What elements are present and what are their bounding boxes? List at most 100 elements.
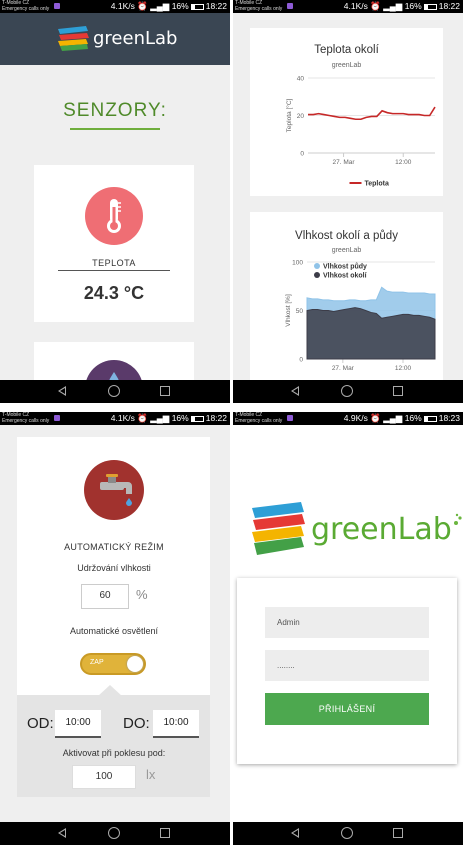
home-icon[interactable]	[341, 827, 353, 839]
humidity-label: Udržování vlhkosti	[77, 563, 151, 573]
water-drop-icon	[85, 360, 143, 382]
series-line	[308, 106, 436, 121]
login-form: Admin ........ PŘIHLÁŠENÍ	[237, 578, 457, 764]
y-tick-label: 0	[300, 151, 304, 158]
battery-percent: 16%	[404, 413, 422, 423]
status-bar: T-Mobile CZ Emergency calls only 4.9K/s ⏰…	[233, 412, 463, 425]
to-time-input[interactable]: 10:00	[153, 710, 199, 738]
recent-apps-icon[interactable]	[393, 828, 403, 838]
charts-screen: T-Mobile CZ Emergency calls only 4.1K/s ⏰…	[233, 0, 463, 403]
app-header: greenLab	[0, 13, 230, 65]
login-button[interactable]: PŘIHLÁŠENÍ	[265, 693, 429, 725]
chart-card-temperature[interactable]: Teplota okolí greenLab 0 20 40 Teplota [°C]…	[250, 28, 443, 196]
y-tick-label: 0	[299, 357, 303, 364]
signal-icon: ⏰ ▂▄▆	[137, 1, 170, 11]
username-input[interactable]: Admin	[265, 607, 429, 638]
legend-swatch	[314, 272, 320, 278]
back-icon[interactable]	[291, 828, 299, 838]
signal-icon: ⏰ ▂▄▆	[370, 413, 403, 423]
chart-card-humidity[interactable]: Vlhkost okolí a půdy greenLab 0 50 100 Vlhk…	[250, 212, 443, 387]
title-underline	[70, 128, 160, 130]
light-label: Automatické osvětlení	[69, 626, 159, 636]
home-icon[interactable]	[108, 827, 120, 839]
legend-label: Vlhkost půdy	[323, 263, 367, 271]
home-icon[interactable]	[341, 385, 353, 397]
temperature-chart[interactable]: 0 20 40 Teplota [°C] 27. Mar 12:00 Teplota	[250, 28, 443, 196]
password-input[interactable]: ........	[265, 650, 429, 681]
x-tick-label: 12:00	[395, 365, 412, 372]
battery-icon	[423, 3, 437, 10]
logo-bubbles-icon	[453, 513, 462, 525]
x-tick-label: 27. Mar	[333, 159, 356, 166]
sensors-screen: T-Mobile CZ Emergency calls only 4.1K/s ⏰…	[0, 0, 230, 403]
clock: 18:22	[438, 1, 460, 11]
ribbon-logo-icon	[58, 26, 89, 51]
faucet-icon	[84, 460, 144, 520]
battery-icon	[423, 415, 437, 422]
toggle-label: ZAP	[90, 659, 104, 666]
app-logo: greenLab	[249, 500, 463, 558]
lux-input[interactable]: 100	[72, 765, 136, 789]
network-speed: 4.9K/s	[343, 413, 368, 423]
light-toggle[interactable]: ZAP	[80, 653, 146, 675]
nav-bar	[0, 822, 230, 845]
from-time-input[interactable]: 10:00	[55, 710, 101, 738]
x-tick-label: 12:00	[395, 159, 412, 166]
y-axis-label: Teplota [°C]	[285, 98, 293, 132]
toggle-knob	[127, 656, 143, 672]
network-speed: 4.1K/s	[343, 1, 368, 11]
sensor-card-temperature[interactable]: TEPLOTA 24.3 °C	[34, 165, 194, 322]
clock: 18:22	[205, 1, 227, 11]
from-label: OD:	[27, 715, 54, 732]
y-tick-label: 50	[296, 308, 304, 315]
battery-icon	[190, 415, 204, 422]
series-area	[306, 307, 436, 360]
app-logo[interactable]: greenLab	[56, 25, 177, 51]
nav-bar	[0, 380, 230, 403]
notification-icon	[287, 3, 293, 9]
divider	[58, 270, 170, 271]
signal-icon: ⏰ ▂▄▆	[137, 413, 170, 423]
humidity-input[interactable]: 60	[81, 584, 129, 609]
legend-label: Vlhkost okolí	[323, 273, 368, 280]
sensor-value: 24.3 °C	[83, 283, 145, 303]
emergency-text: Emergency calls only	[235, 418, 283, 424]
recent-apps-icon[interactable]	[160, 386, 170, 396]
network-speed: 4.1K/s	[110, 1, 135, 11]
humidity-unit: %	[136, 587, 148, 602]
signal-icon: ⏰ ▂▄▆	[370, 1, 403, 11]
section-pointer	[97, 685, 123, 697]
logo-text: greenLab	[93, 27, 178, 49]
y-tick-label: 100	[292, 260, 303, 267]
ribbon-logo-icon	[252, 502, 305, 555]
lux-unit: lx	[146, 767, 156, 782]
battery-percent: 16%	[404, 1, 422, 11]
back-icon[interactable]	[58, 828, 66, 838]
nav-bar	[233, 380, 463, 403]
status-bar: T-Mobile CZ Emergency calls only 4.1K/s ⏰…	[0, 0, 230, 13]
to-label: DO:	[123, 715, 150, 732]
x-tick-label: 27. Mar	[332, 365, 355, 372]
network-speed: 4.1K/s	[110, 413, 135, 423]
sensor-label: TEPLOTA	[92, 258, 136, 268]
sensor-card-humidity[interactable]	[34, 342, 194, 382]
notification-icon	[287, 415, 293, 421]
emergency-text: Emergency calls only	[2, 418, 50, 424]
y-tick-label: 20	[297, 113, 305, 120]
back-icon[interactable]	[291, 386, 299, 396]
recent-apps-icon[interactable]	[393, 386, 403, 396]
settings-screen: T-Mobile CZ Emergency calls only 4.1K/s ⏰…	[0, 412, 230, 845]
page-title: SENZORY:	[63, 100, 167, 121]
legend-label: Teplota	[365, 181, 389, 188]
y-axis-label: Vlhkost [%]	[285, 294, 292, 327]
status-bar: T-Mobile CZ Emergency calls only 4.1K/s ⏰…	[0, 412, 230, 425]
logo-text: greenLab	[311, 511, 452, 547]
battery-percent: 16%	[171, 413, 189, 423]
humidity-chart[interactable]: 0 50 100 Vlhkost [%] 27. Mar 12:00 Vlhkost půd…	[250, 212, 443, 387]
status-bar: T-Mobile CZ Emergency calls only 4.1K/s ⏰…	[233, 0, 463, 13]
clock: 18:23	[438, 413, 460, 423]
y-tick-label: 40	[297, 76, 305, 83]
back-icon[interactable]	[58, 386, 66, 396]
recent-apps-icon[interactable]	[160, 828, 170, 838]
home-icon[interactable]	[108, 385, 120, 397]
